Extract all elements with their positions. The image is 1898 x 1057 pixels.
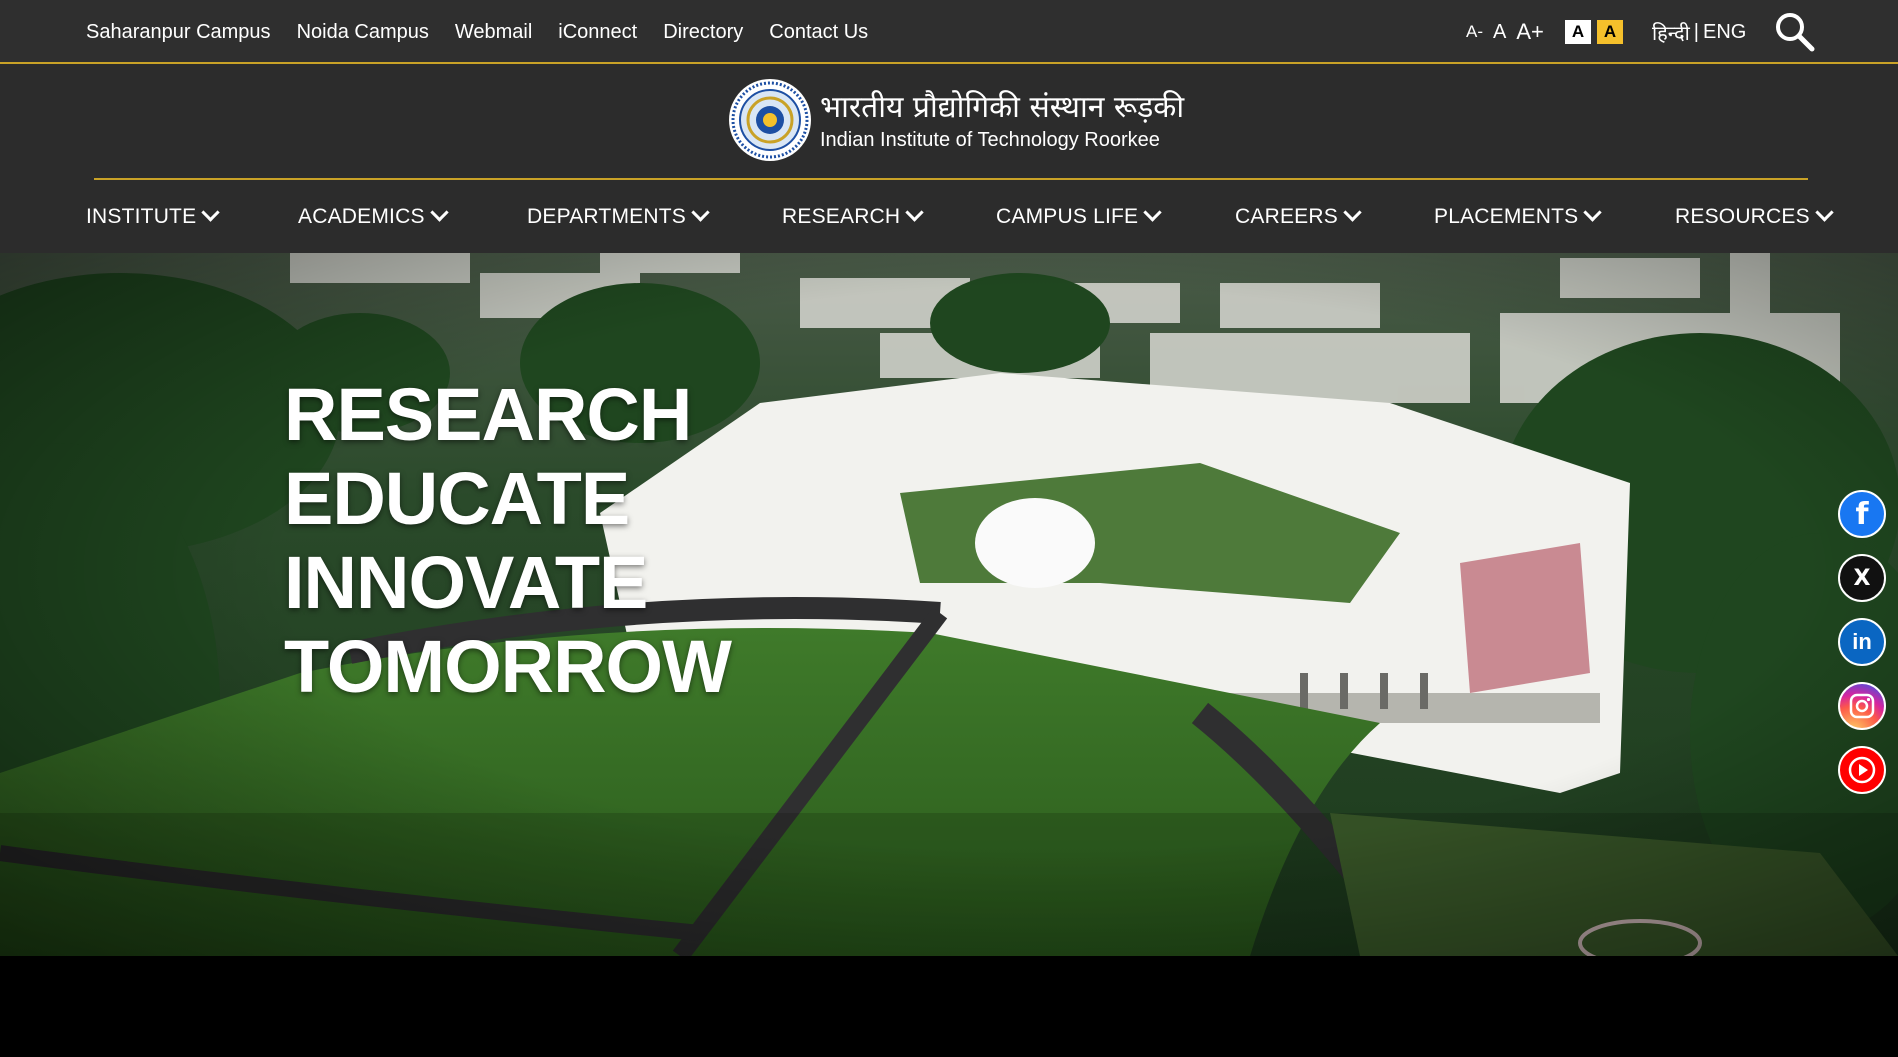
nav-label: INSTITUTE [86,204,197,228]
nav-placements[interactable]: PLACEMENTS [1434,180,1603,253]
link-directory[interactable]: Directory [663,21,743,44]
chevron-down-icon [1583,203,1603,222]
youtube-link[interactable] [1838,746,1886,794]
link-webmail[interactable]: Webmail [455,21,532,44]
linkedin-icon: in [1852,629,1872,654]
facebook-icon: f [1855,496,1869,532]
link-contact-us[interactable]: Contact Us [769,21,868,44]
nav-label: PLACEMENTS [1434,204,1579,228]
link-iconnect[interactable]: iConnect [558,21,637,44]
x-icon: X [1853,565,1871,591]
hero-slogan: RESEARCH EDUCATE INNOVATE TOMORROW [284,373,732,709]
search-icon [1776,13,1815,52]
chevron-down-icon [905,203,924,222]
nav-label: CAMPUS LIFE [996,204,1139,228]
top-utility-bar: Saharanpur Campus Noida Campus Webmail i… [0,0,1898,64]
chevron-down-icon [1343,203,1362,222]
institute-name: भारतीय प्रौद्योगिकी संस्थान रूड़की India… [820,89,1184,152]
link-saharanpur-campus[interactable]: Saharanpur Campus [86,21,271,44]
font-decrease-button[interactable]: A- [1466,22,1483,42]
site-logo-link[interactable]: भारतीय प्रौद्योगिकी संस्थान रूड़की India… [728,78,1184,162]
chevron-down-icon [691,203,710,222]
search-button[interactable] [1773,10,1817,54]
instagram-link[interactable] [1838,682,1886,730]
nav-label: DEPARTMENTS [527,204,686,228]
slogan-line-educate: EDUCATE [284,457,630,540]
slogan-line-tomorrow: TOMORROW [284,625,732,708]
institute-name-english: Indian Institute of Technology Roorkee [820,128,1160,151]
font-normal-button[interactable]: A [1493,21,1506,44]
lang-english-link[interactable]: ENG [1703,21,1746,44]
chevron-down-icon [429,203,449,222]
nav-departments[interactable]: DEPARTMENTS [527,180,710,253]
hero-banner: RESEARCH EDUCATE INNOVATE TOMORROW [0,253,1898,956]
lang-separator: | [1693,20,1699,43]
nav-careers[interactable]: CAREERS [1235,180,1362,253]
slogan-line-innovate: INNOVATE [284,541,648,624]
language-switcher: हिन्दी | ENG [1652,0,1746,64]
nav-research[interactable]: RESEARCH [782,180,924,253]
instagram-icon [1849,693,1875,719]
nav-label: RESOURCES [1675,204,1810,228]
chevron-down-icon [201,203,220,222]
institute-name-hindi: भारतीय प्रौद्योगिकी संस्थान रूड़की [820,89,1185,125]
x-twitter-link[interactable]: X [1838,554,1886,602]
facebook-link[interactable]: f [1838,490,1886,538]
chevron-down-icon [1815,203,1834,222]
nav-label: RESEARCH [782,204,901,228]
social-links: f X in [1838,490,1886,794]
font-increase-button[interactable]: A+ [1516,19,1544,45]
contrast-controls: A A [1565,20,1623,44]
nav-campus-life[interactable]: CAMPUS LIFE [996,180,1162,253]
site-header: भारतीय प्रौद्योगिकी संस्थान रूड़की India… [0,64,1898,253]
nav-label: CAREERS [1235,204,1338,228]
nav-institute[interactable]: INSTITUTE [86,180,220,253]
utility-links: Saharanpur Campus Noida Campus Webmail i… [86,0,868,64]
link-noida-campus[interactable]: Noida Campus [297,21,429,44]
youtube-play-icon [1848,756,1876,784]
contrast-yellow-button[interactable]: A [1597,20,1623,44]
nav-label: ACADEMICS [298,204,425,228]
lang-hindi-link[interactable]: हिन्दी [1652,19,1690,46]
main-navigation: INSTITUTE ACADEMICS DEPARTMENTS RESEARCH… [0,180,1898,253]
linkedin-link[interactable]: in [1838,618,1886,666]
slogan-line-research: RESEARCH [284,373,692,456]
contrast-white-button[interactable]: A [1565,20,1591,44]
font-size-controls: A- A A+ [1466,0,1544,64]
chevron-down-icon [1143,203,1162,222]
nav-resources[interactable]: RESOURCES [1675,180,1834,253]
bottom-band [0,956,1898,1057]
nav-academics[interactable]: ACADEMICS [298,180,449,253]
iit-roorkee-emblem-icon [729,79,811,161]
